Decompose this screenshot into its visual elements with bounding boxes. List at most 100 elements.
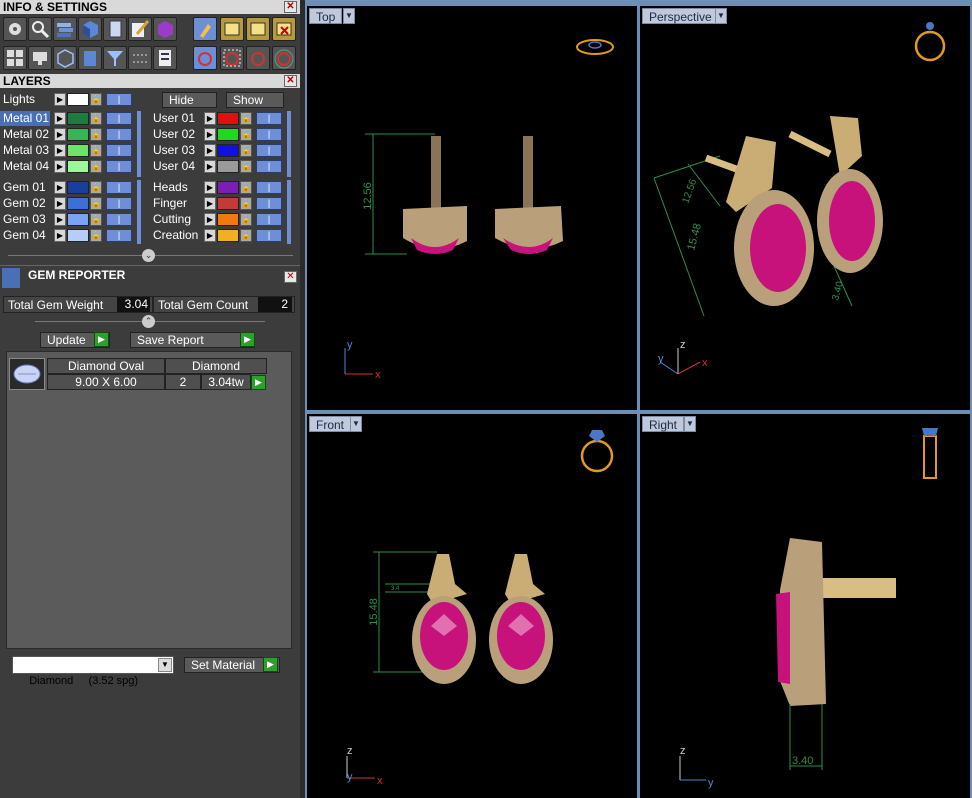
layer-color-swatch[interactable] [67, 229, 89, 242]
wire-cube-icon[interactable] [53, 46, 77, 70]
checklist-icon[interactable] [128, 46, 152, 70]
layer-visibility-toggle[interactable]: | [106, 213, 132, 226]
layer-color-swatch[interactable] [217, 128, 239, 141]
layer-visibility-toggle[interactable]: | [256, 213, 282, 226]
document-icon[interactable] [103, 17, 127, 41]
layer-name[interactable]: Metal 03 [0, 143, 50, 158]
layer-name[interactable]: Metal 01 [0, 111, 50, 126]
ring-move-icon[interactable] [246, 46, 270, 70]
lights-arrow-button[interactable]: ▶ [54, 93, 66, 106]
layer-color-swatch[interactable] [217, 160, 239, 173]
layer-color-swatch[interactable] [217, 213, 239, 226]
zoom-search-icon[interactable] [28, 17, 52, 41]
layer-color-swatch[interactable] [217, 112, 239, 125]
layer-row[interactable]: User 02 ▶ 🔒 | [150, 127, 285, 142]
layer-row[interactable]: Gem 02 ▶ 🔒 | [0, 196, 135, 211]
layer-name[interactable]: Metal 04 [0, 159, 50, 174]
layer-name[interactable]: Gem 03 [0, 212, 50, 227]
layer-name[interactable]: User 04 [150, 159, 200, 174]
layer-visibility-toggle[interactable]: | [256, 181, 282, 194]
layer-visibility-toggle[interactable]: | [256, 112, 282, 125]
layer-color-swatch[interactable] [67, 160, 89, 173]
layer-name[interactable]: Gem 04 [0, 228, 50, 243]
layer-color-swatch[interactable] [67, 213, 89, 226]
lock-icon[interactable]: 🔒 [90, 213, 102, 226]
layer-arrow-button[interactable]: ▶ [204, 160, 216, 173]
lock-icon[interactable]: 🔒 [90, 160, 102, 173]
import-icon[interactable] [246, 17, 270, 41]
layer-arrow-button[interactable]: ▶ [54, 181, 66, 194]
ring-select-icon[interactable] [220, 46, 244, 70]
update-go-icon[interactable]: ▶ [94, 332, 109, 347]
layer-row[interactable]: Creation ▶ 🔒 | [150, 228, 285, 243]
gem-row-go-icon[interactable]: ▶ [251, 375, 266, 390]
settings-gear-icon[interactable] [3, 17, 27, 41]
lock-icon[interactable]: 🔒 [240, 229, 252, 242]
layer-name[interactable]: Creation [150, 228, 200, 243]
cube-icon[interactable] [78, 17, 102, 41]
layer-name[interactable]: Gem 02 [0, 196, 50, 211]
gem-collapse-icon[interactable]: ⌃ [142, 315, 155, 328]
layer-arrow-button[interactable]: ▶ [204, 213, 216, 226]
layer-arrow-button[interactable]: ▶ [54, 197, 66, 210]
layer-visibility-toggle[interactable]: | [106, 197, 132, 210]
layer-arrow-button[interactable]: ▶ [204, 229, 216, 242]
layers-scrollbar-right-top[interactable] [287, 111, 291, 177]
lock-icon[interactable]: 🔒 [90, 112, 102, 125]
layer-row[interactable]: Finger ▶ 🔒 | [150, 196, 285, 211]
layers-close-button[interactable]: ✕ [284, 75, 297, 87]
gem-table-row[interactable]: Diamond Oval Diamond 9.00 X 6.00 2 3.04t… [47, 358, 267, 391]
lock-icon[interactable]: 🔒 [90, 229, 102, 242]
solid-block-icon[interactable] [78, 46, 102, 70]
layers-collapse-icon[interactable]: ⌄ [142, 249, 155, 262]
show-button[interactable]: Show [226, 92, 284, 108]
save-report-button[interactable]: Save Report [130, 332, 255, 348]
layer-color-swatch[interactable] [67, 128, 89, 141]
right-viewport[interactable]: Right ▼ 3.40 z y [640, 414, 970, 798]
layer-arrow-button[interactable]: ▶ [54, 128, 66, 141]
layer-color-swatch[interactable] [67, 144, 89, 157]
set-material-go-icon[interactable]: ▶ [263, 657, 278, 672]
save-report-go-icon[interactable]: ▶ [240, 332, 255, 347]
hide-button[interactable]: Hide [162, 92, 217, 108]
layer-visibility-toggle[interactable]: | [106, 160, 132, 173]
layer-arrow-button[interactable]: ▶ [204, 197, 216, 210]
layers-scrollbar-left-top[interactable] [137, 111, 141, 177]
info-close-button[interactable]: ✕ [284, 1, 297, 13]
ring-rotate-icon[interactable] [272, 46, 296, 70]
layer-color-swatch[interactable] [67, 197, 89, 210]
layer-arrow-button[interactable]: ▶ [204, 181, 216, 194]
edit-pencil-icon[interactable] [128, 17, 152, 41]
delete-icon[interactable] [272, 17, 296, 41]
layer-row[interactable]: Gem 04 ▶ 🔒 | [0, 228, 135, 243]
layer-color-swatch[interactable] [67, 112, 89, 125]
layer-row[interactable]: User 03 ▶ 🔒 | [150, 143, 285, 158]
layer-color-swatch[interactable] [217, 197, 239, 210]
layer-name[interactable]: Finger [150, 196, 200, 211]
lock-icon[interactable]: 🔒 [90, 144, 102, 157]
layer-arrow-button[interactable]: ▶ [204, 128, 216, 141]
layer-visibility-toggle[interactable]: | [256, 229, 282, 242]
layer-name[interactable]: Gem 01 [0, 180, 50, 195]
filter-icon[interactable] [103, 46, 127, 70]
report-icon[interactable] [153, 46, 177, 70]
layer-arrow-button[interactable]: ▶ [204, 144, 216, 157]
layer-name[interactable]: Heads [150, 180, 200, 195]
brush-tool-icon[interactable] [193, 17, 217, 41]
lock-icon[interactable]: 🔒 [240, 213, 252, 226]
lock-icon[interactable]: 🔒 [240, 112, 252, 125]
layer-row[interactable]: Metal 01 ▶ 🔒 | [0, 111, 135, 126]
lights-color-swatch[interactable] [67, 93, 89, 106]
layer-visibility-toggle[interactable]: | [106, 112, 132, 125]
ring-tool-icon[interactable] [193, 46, 217, 70]
layer-row[interactable]: User 01 ▶ 🔒 | [150, 111, 285, 126]
layer-visibility-toggle[interactable]: | [256, 160, 282, 173]
lock-icon[interactable]: 🔒 [240, 128, 252, 141]
layer-row[interactable]: Heads ▶ 🔒 | [150, 180, 285, 195]
layers-scrollbar-right-bottom[interactable] [287, 180, 291, 244]
lock-icon[interactable]: 🔒 [240, 144, 252, 157]
layer-name[interactable]: User 03 [150, 143, 200, 158]
layers-stack-icon[interactable] [53, 17, 77, 41]
layer-arrow-button[interactable]: ▶ [54, 229, 66, 242]
layer-color-swatch[interactable] [217, 181, 239, 194]
